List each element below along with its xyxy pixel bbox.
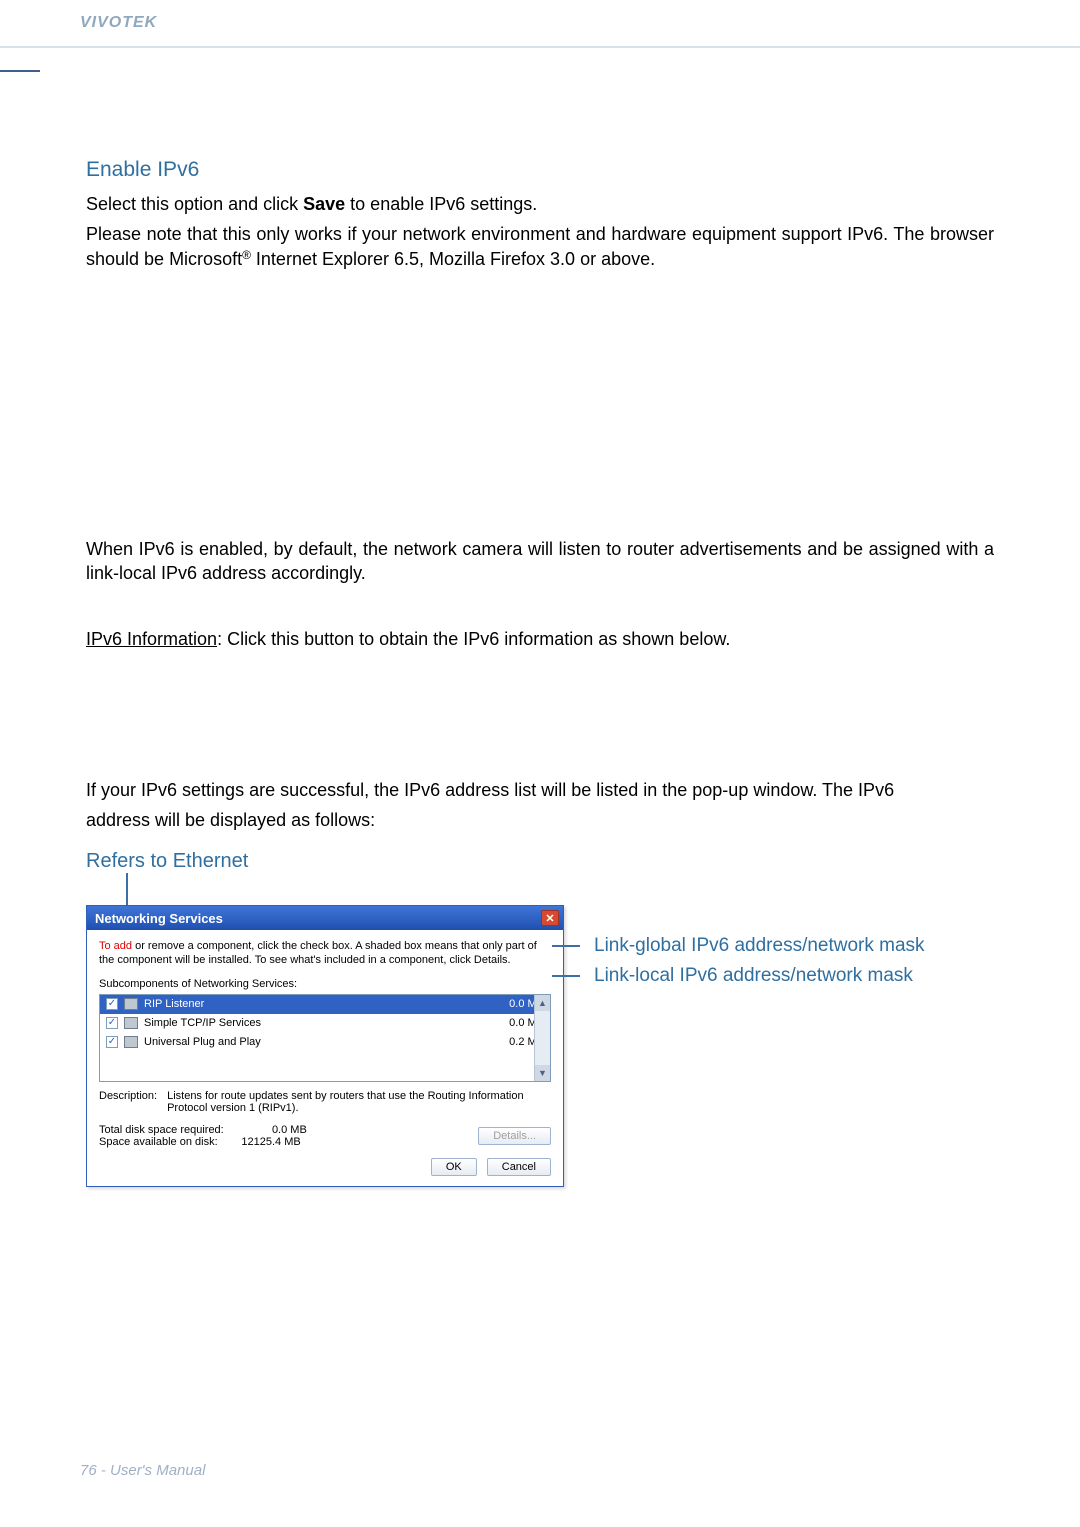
disk-required-value: 0.0 MB bbox=[227, 1124, 307, 1136]
subcomponents-label: Subcomponents of Networking Services: bbox=[99, 978, 551, 990]
disk-required-label: Total disk space required: bbox=[99, 1124, 224, 1136]
details-button: Details... bbox=[478, 1127, 551, 1145]
refers-to-ethernet-label: Refers to Ethernet bbox=[86, 850, 994, 873]
ipv6-information-label: IPv6 Information bbox=[86, 629, 217, 649]
callout-line-icon bbox=[552, 975, 580, 977]
intro2-post: Internet Explorer 6.5, Mozilla Firefox 3… bbox=[251, 249, 655, 269]
callout-global-text: Link-global IPv6 address/network mask bbox=[594, 935, 925, 957]
disk-available-value: 12125.4 MB bbox=[221, 1136, 301, 1148]
callout-global: Link-global IPv6 address/network mask bbox=[598, 935, 925, 957]
cancel-button[interactable]: Cancel bbox=[487, 1158, 551, 1176]
disk-space-left: Total disk space required: 0.0 MB Space … bbox=[99, 1124, 307, 1148]
dialog-and-callouts: Networking Services ✕ To add or remove a… bbox=[86, 905, 994, 1187]
list-item[interactable]: Universal Plug and Play 0.2 MB bbox=[100, 1033, 550, 1052]
ipv6-information-rest: : Click this button to obtain the IPv6 i… bbox=[217, 629, 730, 649]
callout-local: Link-local IPv6 address/network mask bbox=[598, 965, 925, 987]
save-word: Save bbox=[303, 194, 345, 214]
ipv6-callouts: Link-global IPv6 address/network mask Li… bbox=[598, 905, 925, 987]
scroll-down-icon[interactable]: ▼ bbox=[535, 1065, 550, 1081]
ethernet-pointer-line bbox=[126, 873, 152, 907]
callout-line-icon bbox=[552, 945, 580, 947]
page-body: Enable IPv6 Select this option and click… bbox=[0, 48, 1080, 1187]
description-row: Description: Listens for route updates s… bbox=[99, 1090, 551, 1114]
service-icon bbox=[124, 1036, 138, 1048]
dialog-title-text: Networking Services bbox=[95, 911, 223, 926]
page-footer: 76 - User's Manual bbox=[80, 1462, 205, 1479]
disk-available-label: Space available on disk: bbox=[99, 1136, 218, 1148]
ipv6-success-paragraph-1: If your IPv6 settings are successful, th… bbox=[86, 778, 994, 802]
scrollbar[interactable]: ▲ ▼ bbox=[534, 995, 550, 1081]
description-text: Listens for route updates sent by router… bbox=[167, 1090, 551, 1114]
disk-space-row: Total disk space required: 0.0 MB Space … bbox=[99, 1124, 551, 1148]
intro-paragraph-2: Please note that this only works if your… bbox=[86, 222, 994, 271]
list-item-label: RIP Listener bbox=[144, 998, 488, 1010]
ipv6-information-paragraph: IPv6 Information: Click this button to o… bbox=[86, 627, 994, 651]
close-icon[interactable]: ✕ bbox=[541, 910, 559, 926]
scroll-up-icon[interactable]: ▲ bbox=[535, 995, 550, 1011]
service-icon bbox=[124, 998, 138, 1010]
brand-label: VIVOTEK bbox=[80, 14, 157, 32]
callout-local-text: Link-local IPv6 address/network mask bbox=[594, 965, 913, 987]
section-heading-enable-ipv6: Enable IPv6 bbox=[86, 158, 994, 182]
disk-required-line: Total disk space required: 0.0 MB bbox=[99, 1124, 307, 1136]
checkbox-icon[interactable] bbox=[106, 1036, 118, 1048]
ok-button[interactable]: OK bbox=[431, 1158, 477, 1176]
dialog-titlebar: Networking Services ✕ bbox=[87, 906, 563, 930]
checkbox-icon[interactable] bbox=[106, 998, 118, 1010]
subcomponents-listbox[interactable]: RIP Listener 0.0 MB Simple TCP/IP Servic… bbox=[99, 994, 551, 1082]
dialog-buttons: OK Cancel bbox=[99, 1158, 551, 1176]
service-icon bbox=[124, 1017, 138, 1029]
list-item-label: Simple TCP/IP Services bbox=[144, 1017, 488, 1029]
list-item[interactable]: Simple TCP/IP Services 0.0 MB bbox=[100, 1014, 550, 1033]
networking-services-dialog: Networking Services ✕ To add or remove a… bbox=[86, 905, 564, 1187]
ipv6-enabled-paragraph: When IPv6 is enabled, by default, the ne… bbox=[86, 537, 994, 586]
dialog-intro-rest: or remove a component, click the check b… bbox=[99, 940, 537, 966]
dialog-intro-red: To add bbox=[99, 940, 132, 952]
registered-mark: ® bbox=[242, 248, 251, 262]
page-header: VIVOTEK bbox=[0, 0, 1080, 48]
dialog-intro-text: To add or remove a component, click the … bbox=[99, 940, 551, 968]
list-item[interactable]: RIP Listener 0.0 MB bbox=[100, 995, 550, 1014]
ipv6-success-paragraph-2: address will be displayed as follows: bbox=[86, 808, 994, 832]
dialog-body: To add or remove a component, click the … bbox=[87, 930, 563, 1186]
checkbox-icon[interactable] bbox=[106, 1017, 118, 1029]
description-label: Description: bbox=[99, 1090, 157, 1114]
intro-pre: Select this option and click bbox=[86, 194, 303, 214]
disk-available-line: Space available on disk: 12125.4 MB bbox=[99, 1136, 307, 1148]
header-rule bbox=[0, 70, 1080, 72]
list-item-label: Universal Plug and Play bbox=[144, 1036, 488, 1048]
intro-post: to enable IPv6 settings. bbox=[345, 194, 537, 214]
intro-paragraph-1: Select this option and click Save to ena… bbox=[86, 192, 994, 216]
